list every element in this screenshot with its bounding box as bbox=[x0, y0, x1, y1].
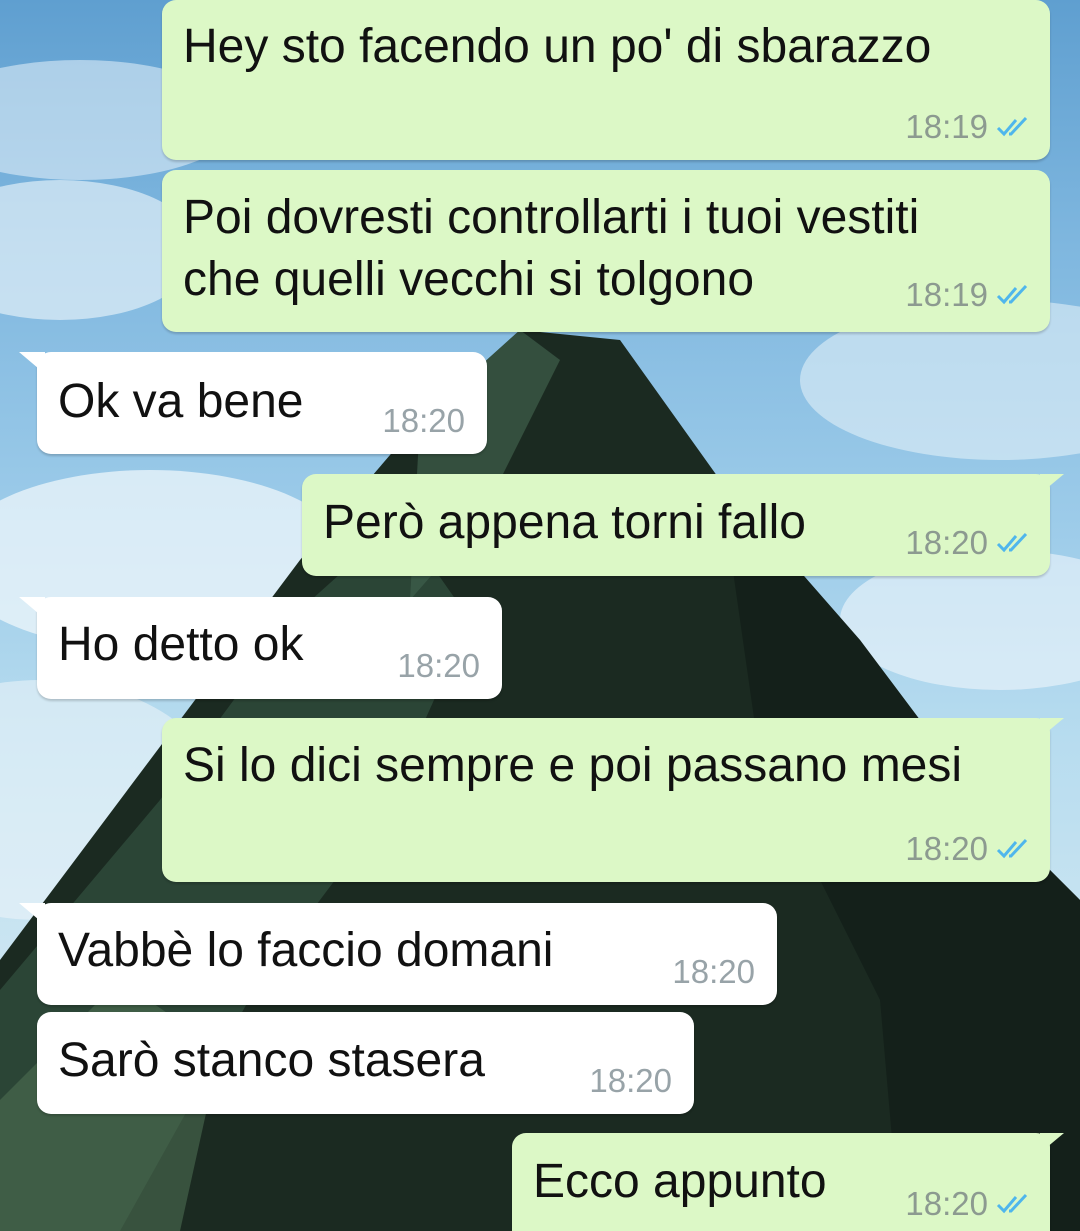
read-receipt-ticks-icon bbox=[996, 116, 1028, 137]
message-bubble-incoming[interactable]: Vabbè lo faccio domani 18:20 bbox=[19, 903, 777, 1005]
message-text: Si lo dici sempre e poi passano mesi bbox=[183, 739, 963, 792]
message-text-line-1: Poi dovresti controllarti i tuoi vestiti bbox=[183, 191, 920, 244]
message-bubble-incoming[interactable]: Sarò stanco stasera 18:20 bbox=[37, 1012, 694, 1114]
message-text: Ho detto ok bbox=[58, 618, 304, 671]
message-meta: 18:20 bbox=[905, 524, 1032, 562]
read-receipt-ticks-icon bbox=[996, 1193, 1028, 1214]
message-bubble-outgoing[interactable]: Hey sto facendo un po' di sbarazzo 18:19 bbox=[162, 0, 1050, 160]
read-receipt-ticks-icon bbox=[996, 284, 1028, 305]
message-meta: 18:20 bbox=[672, 953, 755, 991]
message-bubble-incoming[interactable]: Ho detto ok 18:20 bbox=[19, 597, 502, 699]
bubble-tail bbox=[1040, 474, 1064, 494]
message-bubble-outgoing[interactable]: Si lo dici sempre e poi passano mesi 18:… bbox=[162, 718, 1064, 882]
message-time: 18:20 bbox=[382, 402, 465, 439]
message-time: 18:20 bbox=[905, 524, 988, 561]
message-text: Sarò stanco stasera bbox=[58, 1034, 485, 1087]
bubble-tail bbox=[19, 903, 45, 925]
message-bubble-outgoing[interactable]: Ecco appunto 18:20 bbox=[512, 1133, 1064, 1231]
message-time: 18:19 bbox=[905, 276, 988, 313]
message-meta: 18:20 bbox=[397, 647, 480, 685]
message-meta: 18:20 bbox=[905, 830, 1032, 868]
message-text: Ok va bene bbox=[58, 375, 304, 428]
message-time: 18:20 bbox=[589, 1062, 672, 1099]
message-meta: 18:20 bbox=[905, 1185, 1032, 1223]
message-text: Hey sto facendo un po' di sbarazzo bbox=[183, 20, 932, 73]
message-text: Vabbè lo faccio domani bbox=[58, 924, 554, 977]
message-time: 18:20 bbox=[905, 1185, 988, 1222]
message-time: 18:20 bbox=[905, 830, 988, 867]
message-text-line-2: che quelli vecchi si tolgono bbox=[183, 253, 755, 306]
read-receipt-ticks-icon bbox=[996, 838, 1028, 859]
message-text: Ecco appunto bbox=[533, 1155, 827, 1208]
bubble-tail bbox=[1040, 718, 1064, 738]
bubble-tail bbox=[19, 352, 45, 374]
bubble-tail bbox=[19, 597, 45, 619]
message-meta: 18:20 bbox=[589, 1062, 672, 1100]
bubble-tail bbox=[1040, 1133, 1064, 1153]
message-bubble-incoming[interactable]: Ok va bene 18:20 bbox=[19, 352, 487, 454]
read-receipt-ticks-icon bbox=[996, 532, 1028, 553]
message-text: Però appena torni fallo bbox=[323, 496, 806, 549]
message-meta: 18:19 bbox=[905, 276, 1032, 314]
message-bubble-outgoing[interactable]: Però appena torni fallo 18:20 bbox=[302, 474, 1064, 576]
message-bubble-outgoing[interactable]: Poi dovresti controllarti i tuoi vestiti… bbox=[162, 170, 1050, 332]
message-time: 18:20 bbox=[672, 953, 755, 990]
message-time: 18:20 bbox=[397, 647, 480, 684]
message-meta: 18:20 bbox=[382, 402, 465, 440]
message-time: 18:19 bbox=[905, 108, 988, 145]
message-meta: 18:19 bbox=[905, 108, 1032, 146]
